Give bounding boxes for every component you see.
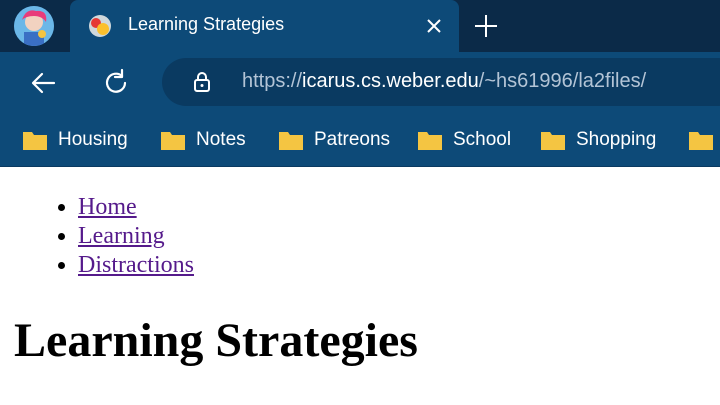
navigation-toolbar: https://icarus.cs.weber.edu/~hs61996/la2… [0,52,720,114]
folder-icon [541,132,565,150]
bookmark-label: Shopping [576,129,657,150]
folder-icon [161,132,185,150]
folder-icon [418,132,442,150]
address-bar[interactable]: https://icarus.cs.weber.edu/~hs61996/la2… [162,58,720,106]
profile-avatar[interactable] [14,6,54,46]
bookmark-overflow-folder[interactable] [688,124,720,156]
nav-list-item: Distractions [78,251,194,280]
bookmark-label: Housing [58,129,128,150]
page-title: Learning Strategies [14,314,418,367]
bookmark-housing[interactable]: Housing [22,124,128,156]
bookmark-patreons[interactable]: Patreons [278,124,390,156]
url-path: /~hs61996/la2files/ [478,70,647,92]
bookmark-label: School [453,129,512,150]
bookmark-school[interactable]: School [417,124,511,156]
folder-icon [279,132,303,150]
avatar-image [14,6,54,46]
bookmark-shopping[interactable]: Shopping [540,124,656,156]
nav-list-item: Home [78,193,194,222]
nav-list-item: Learning [78,222,194,251]
bookmark-label: Patreons [314,129,391,150]
nav-link-home[interactable]: Home [78,194,137,220]
close-tab-icon[interactable] [422,14,446,38]
site-favicon-icon [89,15,111,37]
bookmarks-bar: Housing Notes Patreons School Shopping [0,114,720,167]
back-arrow-icon[interactable] [28,67,60,99]
reload-icon[interactable] [100,67,132,99]
nav-link-distractions[interactable]: Distractions [78,252,194,278]
lock-icon[interactable] [190,70,214,94]
folder-icon [23,132,47,150]
page-content: Home Learning Distractions Learning Stra… [0,167,720,405]
url-text: https://icarus.cs.weber.edu/~hs61996/la2… [242,70,646,93]
bookmark-notes[interactable]: Notes [160,124,246,156]
tab-strip: Learning Strategies [0,0,720,52]
url-host: icarus.cs.weber.edu [302,70,479,92]
folder-icon [689,132,713,150]
active-tab[interactable]: Learning Strategies [70,0,459,52]
new-tab-icon[interactable] [472,12,500,40]
site-nav-list: Home Learning Distractions [50,193,194,280]
nav-link-learning[interactable]: Learning [78,223,165,249]
tab-title: Learning Strategies [128,14,285,34]
url-scheme: https:// [242,70,303,92]
bookmark-label: Notes [196,129,246,150]
